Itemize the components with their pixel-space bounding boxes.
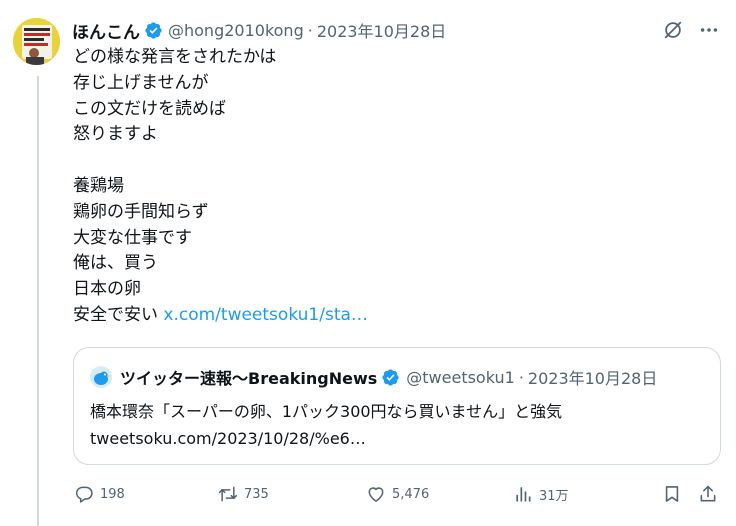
tweet-text-line: 鶏卵の手間知らず xyxy=(73,201,209,222)
grok-icon[interactable] xyxy=(662,19,684,41)
action-bar: 198 735 5,476 31万 xyxy=(72,482,736,506)
quoted-text-line: tweetsoku.com/2023/10/28/%e6… xyxy=(90,429,366,448)
quoted-timestamp[interactable]: 2023年10月28日 xyxy=(528,365,657,389)
separator-dot: · xyxy=(518,367,524,387)
like-count: 5,476 xyxy=(392,486,430,502)
avatar[interactable] xyxy=(13,18,60,65)
tweet-text-line: 俺は、買う xyxy=(73,253,158,274)
tweet-link[interactable]: x.com/tweetsoku1/sta… xyxy=(163,305,368,325)
quoted-handle[interactable]: @tweetsoku1 xyxy=(406,368,515,387)
tweet[interactable]: ほんこん @hong2010kong · 2023年10月28日 どの様な発言を… xyxy=(0,0,736,526)
quoted-tweet-header: ツイッター速報〜BreakingNews @tweetsoku1 · 2023年… xyxy=(90,366,710,388)
timestamp[interactable]: 2023年10月28日 xyxy=(317,18,446,42)
share-button[interactable] xyxy=(698,482,718,506)
handle[interactable]: @hong2010kong xyxy=(168,21,304,40)
retweet-button[interactable]: 735 xyxy=(218,482,269,506)
bookmark-icon xyxy=(665,486,679,502)
tweet-text-line: 大変な仕事です xyxy=(73,227,192,248)
heart-icon xyxy=(368,487,384,502)
tweet-text-prefix: 安全で安い xyxy=(73,304,164,325)
quoted-text-line: 橋本環奈「スーパーの卵、1パック300円なら買いません」と強気 xyxy=(90,402,563,421)
like-button[interactable]: 5,476 xyxy=(366,482,429,506)
quoted-tweet-text: 橋本環奈「スーパーの卵、1パック300円なら買いません」と強気 tweetsok… xyxy=(90,398,710,452)
tweet-text-line: 日本の卵 xyxy=(73,279,141,300)
reply-count: 198 xyxy=(100,486,125,502)
bookmark-button[interactable] xyxy=(662,482,682,506)
thread-line xyxy=(37,76,39,526)
tweet-text-line xyxy=(73,148,713,174)
retweet-count: 735 xyxy=(244,486,269,502)
quoted-tweet[interactable]: ツイッター速報〜BreakingNews @tweetsoku1 · 2023年… xyxy=(73,347,721,465)
tweet-text-line: この文だけを読めば xyxy=(73,98,226,119)
quoted-avatar[interactable] xyxy=(90,366,112,388)
views-count: 31万 xyxy=(539,488,569,504)
tweet-text-line: 怒りますよ xyxy=(73,124,158,145)
retweet-icon xyxy=(218,486,238,502)
quoted-display-name[interactable]: ツイッター速報〜BreakingNews xyxy=(120,365,377,389)
tweet-text-last-line: 安全で安い x.com/tweetsoku1/sta… xyxy=(73,303,713,329)
views-icon xyxy=(516,487,531,502)
more-icon[interactable] xyxy=(698,19,720,41)
share-icon xyxy=(700,485,716,502)
verified-badge-icon[interactable] xyxy=(144,21,163,40)
tweet-text: どの様な発言をされたかは 存じ上げませんが この文だけを読めば 怒りますよ 養鶏… xyxy=(73,45,713,329)
views-button[interactable]: 31万 xyxy=(513,482,569,506)
tweet-text-line: 存じ上げませんが xyxy=(73,72,209,93)
tweet-text-line: どの様な発言をされたかは xyxy=(73,47,277,67)
tweet-header: ほんこん @hong2010kong · 2023年10月28日 xyxy=(72,17,736,43)
separator-dot: · xyxy=(307,20,313,40)
display-name[interactable]: ほんこん xyxy=(72,18,140,43)
reply-icon xyxy=(75,486,93,503)
tweet-text-line: 養鶏場 xyxy=(73,175,124,196)
reply-button[interactable]: 198 xyxy=(74,482,125,506)
verified-badge-icon xyxy=(381,368,400,387)
